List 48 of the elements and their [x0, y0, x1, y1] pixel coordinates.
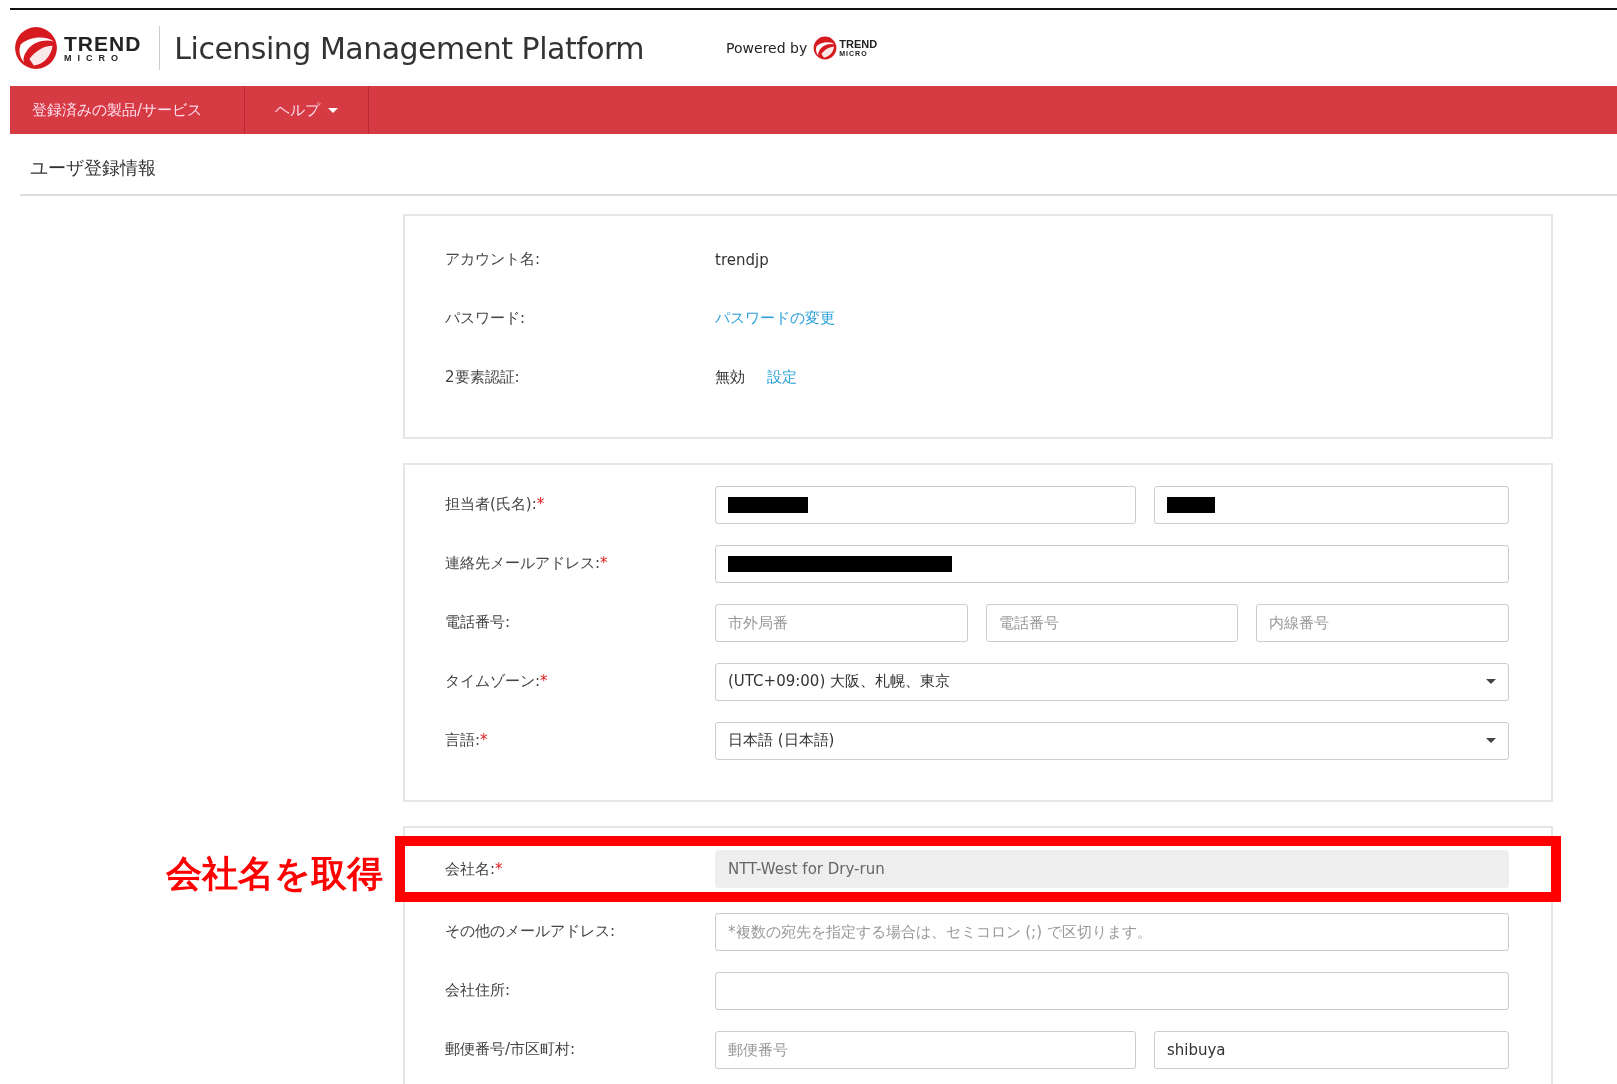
logo-word: TREND: [839, 39, 878, 50]
field-label: 郵便番号/市区町村:: [445, 1040, 576, 1058]
field-label: 会社住所:: [445, 981, 511, 999]
input-field[interactable]: [715, 544, 1509, 583]
required-mark: *: [536, 495, 545, 513]
nav-menu-item[interactable]: 登録済みの製品/サービス: [10, 86, 245, 134]
field-label: パスワード:: [445, 309, 527, 328]
change-password-link[interactable]: パスワードの変更: [715, 309, 835, 328]
field-label: 2要素認証:: [445, 368, 521, 387]
field-label: アカウント名:: [445, 250, 542, 269]
settings-link[interactable]: 設定: [767, 368, 797, 387]
logo-subword: MICRO: [64, 54, 125, 63]
logo-icon: [813, 36, 838, 60]
input-field[interactable]: [1153, 485, 1509, 524]
logo-icon: [14, 26, 58, 70]
required-mark: *: [495, 859, 503, 878]
input-field[interactable]: 電話番号: [985, 603, 1239, 642]
input-field[interactable]: *複数の宛先を指定する場合は、セミコロン (;) で区切ります。: [715, 912, 1509, 951]
input-field[interactable]: 郵便番号: [715, 1030, 1136, 1069]
dropdown[interactable]: 日本語 (日本語): [715, 721, 1509, 760]
account-name: trendjp: [715, 250, 769, 269]
caret-icon: [328, 107, 338, 113]
field-label: タイムゾーン:: [445, 672, 541, 690]
input-field[interactable]: [715, 485, 1136, 524]
powered-by-text: Powered by: [726, 40, 808, 56]
required-mark: *: [480, 731, 488, 749]
field-label: その他のメールアドレス:: [445, 922, 616, 940]
page-title: ユーザ登録情報: [20, 134, 1617, 196]
input-field[interactable]: 内線番号: [1256, 603, 1509, 642]
caret-icon: [1486, 738, 1496, 743]
input-field[interactable]: shibuya: [1153, 1030, 1509, 1069]
nav-menu-item[interactable]: ヘルプ: [245, 86, 369, 134]
annotation-text: 会社名を取得: [166, 852, 383, 896]
field-label: 言語:: [445, 731, 481, 749]
required-mark: *: [600, 554, 608, 572]
app-title: Licensing Management Platform: [174, 30, 645, 66]
logo-word: TREND: [64, 33, 142, 54]
field-label: 担当者(氏名):: [445, 495, 537, 513]
field-label: 電話番号:: [445, 613, 511, 631]
input-field[interactable]: [715, 971, 1509, 1010]
status-text: 無効: [715, 368, 745, 387]
field-label: 連絡先メールアドレス:: [445, 554, 601, 572]
redaction-bar: [1166, 496, 1215, 513]
caret-icon: [1486, 679, 1496, 684]
input-field[interactable]: 市外局番: [715, 603, 968, 642]
required-mark: *: [540, 672, 548, 690]
field-label: 会社名:: [445, 859, 496, 878]
dropdown[interactable]: (UTC+09:00) 大阪、札幌、東京: [715, 662, 1509, 701]
